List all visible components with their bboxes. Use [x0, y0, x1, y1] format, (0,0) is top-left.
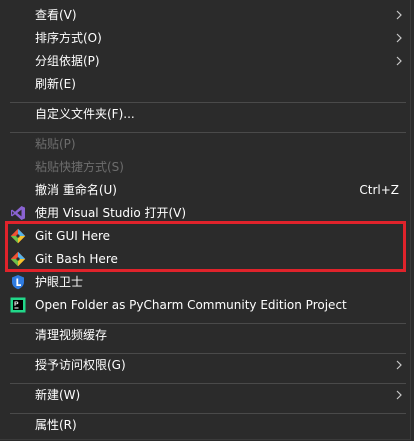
menu-item-label: Git GUI Here [35, 229, 111, 243]
menu-item-label: 粘贴(P) [35, 137, 76, 151]
git-icon [10, 251, 26, 267]
menu-item-open-pycharm[interactable]: Open Folder as PyCharm Community Edition… [0, 294, 411, 316]
menu-item-label: 新建(W) [35, 388, 81, 402]
shortcut-label: Ctrl+Z [359, 183, 399, 197]
menu-item-git-gui-here[interactable]: Git GUI Here [0, 225, 411, 247]
menu-item-grant-access[interactable]: 授予访问权限(G) [0, 354, 411, 376]
menu-item-open-visual-studio[interactable]: 使用 Visual Studio 打开(V) [0, 202, 411, 224]
menu-item-refresh[interactable]: 刷新(E) [0, 73, 411, 95]
menu-item-label: 使用 Visual Studio 打开(V) [35, 206, 187, 220]
menu-item-properties[interactable]: 属性(R) [0, 414, 411, 436]
menu-item-group-by[interactable]: 分组依据(P) [0, 50, 411, 72]
pycharm-icon [10, 297, 26, 313]
menu-item-label: 授予访问权限(G) [35, 358, 126, 372]
chevron-right-icon [396, 10, 402, 20]
visual-studio-icon [11, 206, 25, 220]
menu-item-label: 刷新(E) [35, 77, 76, 91]
menu-item-undo-rename[interactable]: 撤消 重命名(U) Ctrl+Z [0, 179, 411, 201]
menu-item-label: 撤消 重命名(U) [35, 183, 117, 197]
menu-item-label: 自定义文件夹(F)... [35, 107, 135, 121]
chevron-right-icon [396, 33, 402, 43]
menu-item-label: 排序方式(O) [35, 31, 102, 45]
menu-item-clear-video-cache[interactable]: 清理视频缓存 [0, 324, 411, 346]
menu-item-label: 属性(R) [35, 418, 77, 432]
chevron-right-icon [396, 360, 402, 370]
context-menu: 查看(V) 排序方式(O) 分组依据(P) 刷新(E) 自定义文件夹(F)...… [0, 0, 411, 440]
chevron-right-icon [396, 56, 402, 66]
menu-item-git-bash-here[interactable]: Git Bash Here [0, 248, 411, 270]
menu-item-label: 分组依据(P) [35, 54, 100, 68]
menu-item-view[interactable]: 查看(V) [0, 4, 411, 26]
menu-item-paste[interactable]: 粘贴(P) [0, 133, 411, 155]
menu-item-eye-guard[interactable]: 护眼卫士 [0, 271, 411, 293]
menu-item-label: 粘贴快捷方式(S) [35, 160, 124, 174]
menu-item-label: 清理视频缓存 [35, 328, 108, 342]
menu-item-customize-folder[interactable]: 自定义文件夹(F)... [0, 103, 411, 125]
git-icon [10, 228, 26, 244]
menu-item-paste-shortcut[interactable]: 粘贴快捷方式(S) [0, 156, 411, 178]
menu-item-sort-by[interactable]: 排序方式(O) [0, 27, 411, 49]
menu-item-label: Git Bash Here [35, 252, 118, 266]
menu-item-label: 查看(V) [35, 8, 77, 22]
menu-item-label: 护眼卫士 [35, 275, 84, 289]
menu-item-new[interactable]: 新建(W) [0, 384, 411, 406]
eye-guard-icon [12, 275, 24, 290]
chevron-right-icon [396, 390, 402, 400]
menu-item-label: Open Folder as PyCharm Community Edition… [35, 298, 347, 312]
